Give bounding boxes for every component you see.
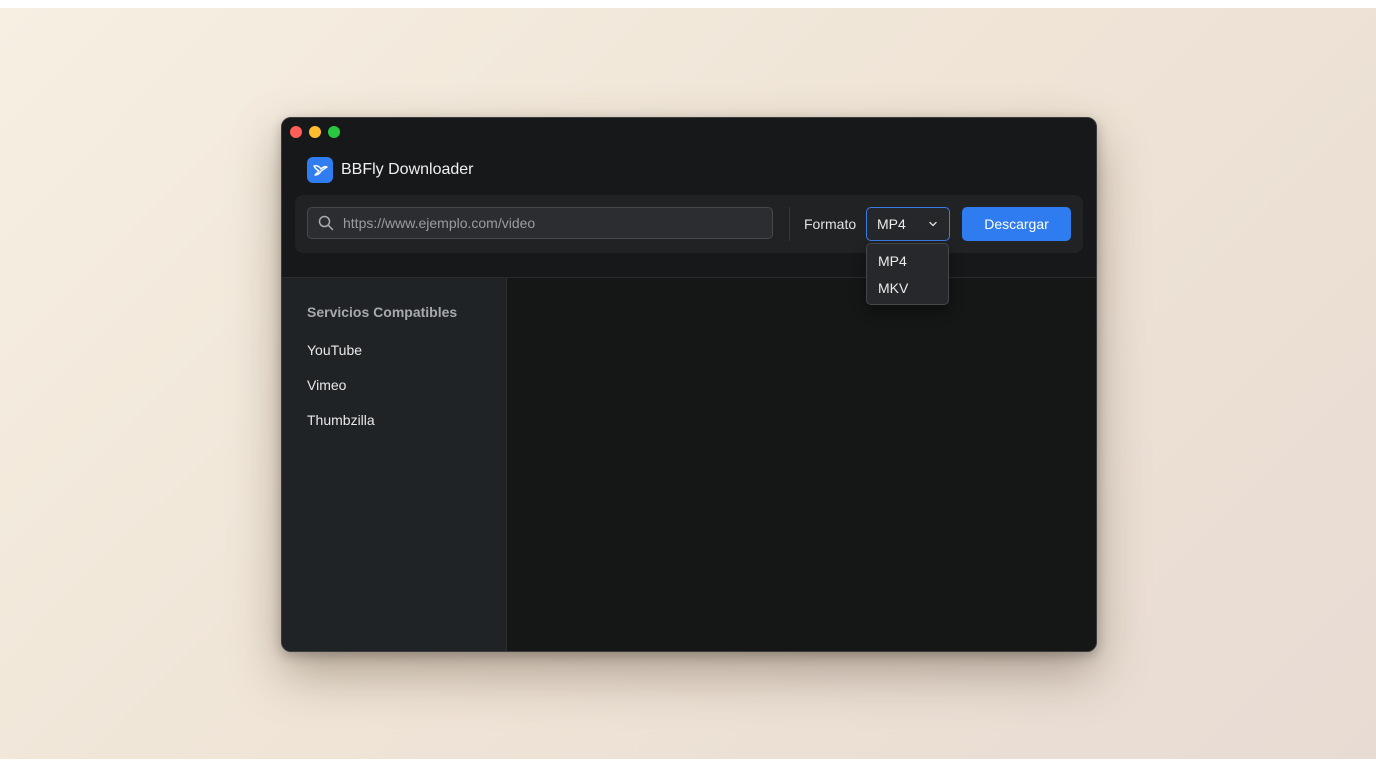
app-title: BBFly Downloader [341, 161, 474, 178]
format-option-mkv[interactable]: MKV [878, 280, 908, 296]
toolbar-divider [789, 207, 790, 241]
format-select[interactable]: MP4 [866, 207, 950, 241]
minimize-window-button[interactable] [309, 126, 321, 138]
app-brand: BBFly Downloader [307, 157, 474, 183]
maximize-window-button[interactable] [328, 126, 340, 138]
app-window: BBFly Downloader Formato MP4 [281, 117, 1097, 652]
main-content-area [507, 278, 1096, 651]
url-input[interactable] [335, 207, 772, 239]
download-toolbar: Formato MP4 Descargar [295, 195, 1083, 253]
sidebar-item-thumbzilla[interactable]: Thumbzilla [307, 412, 375, 428]
window-header: BBFly Downloader Formato MP4 [282, 118, 1096, 278]
chevron-down-icon [927, 218, 939, 230]
sidebar-item-youtube[interactable]: YouTube [307, 342, 362, 358]
close-window-button[interactable] [290, 126, 302, 138]
search-icon [317, 214, 335, 232]
sidebar-heading: Servicios Compatibles [307, 304, 458, 320]
sidebar: Servicios Compatibles YouTube Vimeo Thum… [282, 278, 507, 651]
app-logo-icon [307, 157, 333, 183]
format-selected-value: MP4 [877, 216, 906, 232]
window-controls [290, 126, 340, 138]
download-button[interactable]: Descargar [962, 207, 1071, 241]
sidebar-item-vimeo[interactable]: Vimeo [307, 377, 346, 393]
format-label: Formato [804, 216, 857, 232]
format-dropdown-menu: MP4 MKV [866, 243, 949, 305]
url-search-box[interactable] [307, 207, 773, 239]
format-option-mp4[interactable]: MP4 [878, 253, 907, 269]
